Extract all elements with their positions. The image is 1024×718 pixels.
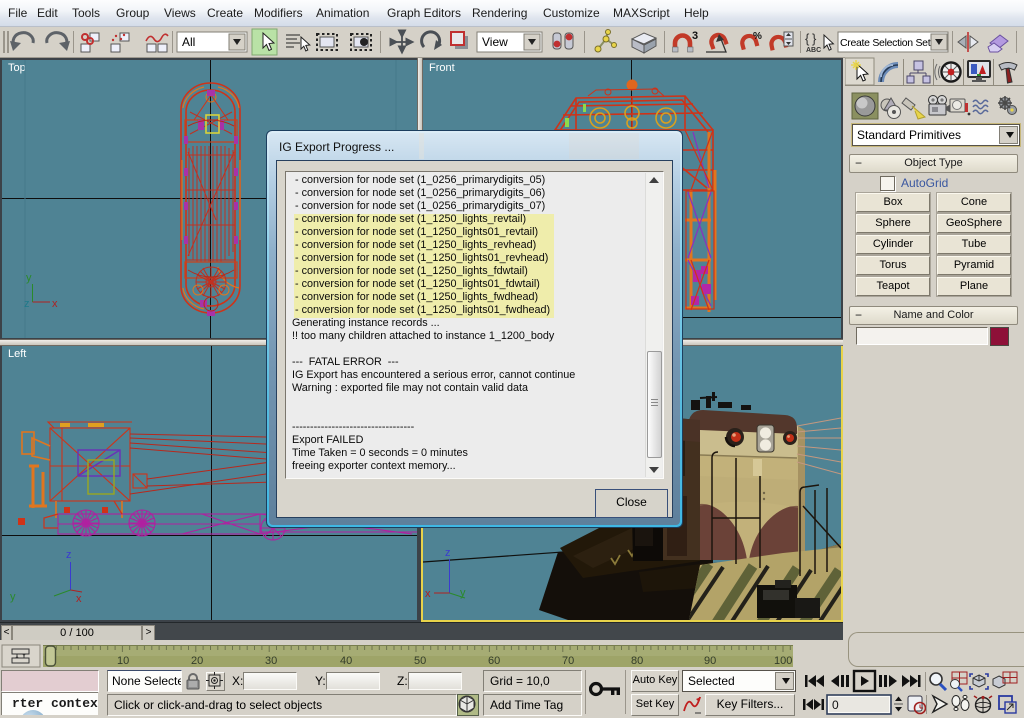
svg-text:100: 100 xyxy=(774,655,792,667)
svg-text:y: y xyxy=(10,591,16,603)
svg-text:y: y xyxy=(460,587,466,599)
svg-text:x: x xyxy=(52,298,58,310)
svg-text:60: 60 xyxy=(488,655,500,667)
svg-text:10: 10 xyxy=(117,655,129,667)
svg-text:50: 50 xyxy=(414,655,426,667)
svg-text:80: 80 xyxy=(631,655,643,667)
svg-text:70: 70 xyxy=(562,655,574,667)
svg-text:Create Selection Set: Create Selection Set xyxy=(840,37,931,49)
svg-text:%: % xyxy=(753,31,762,42)
svg-text:3: 3 xyxy=(692,30,698,42)
svg-text:0: 0 xyxy=(832,698,839,712)
svg-text:ABC: ABC xyxy=(806,47,821,54)
svg-text:View: View xyxy=(482,35,508,49)
svg-text:20: 20 xyxy=(191,655,203,667)
svg-text:y: y xyxy=(26,272,32,284)
svg-text:40: 40 xyxy=(340,655,352,667)
svg-text:x: x xyxy=(425,588,431,600)
svg-text:x: x xyxy=(76,593,82,605)
svg-text:z: z xyxy=(24,298,30,310)
svg-text:z: z xyxy=(66,549,72,561)
svg-text:90: 90 xyxy=(704,655,716,667)
svg-text:{ }: { } xyxy=(805,31,817,46)
svg-text:z: z xyxy=(445,547,451,559)
svg-text:30: 30 xyxy=(265,655,277,667)
svg-text:All: All xyxy=(182,35,195,49)
